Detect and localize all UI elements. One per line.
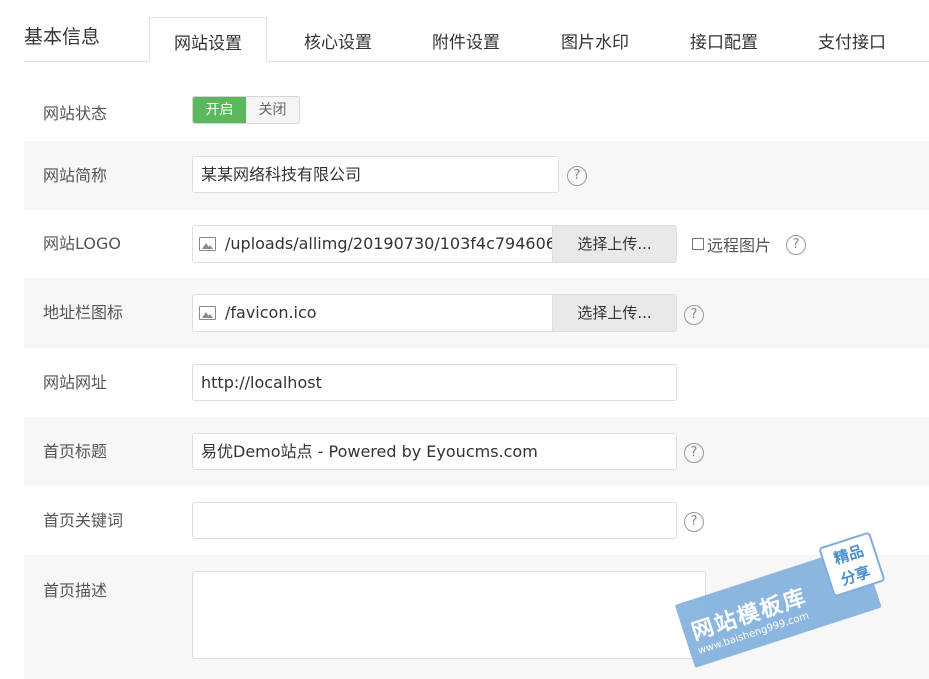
home-description-textarea[interactable] (192, 571, 706, 659)
site-status-label: 网站状态 (43, 104, 108, 123)
site-url-label: 网站网址 (43, 373, 108, 392)
home-title-input[interactable]: 易优Demo站点 - Powered by Eyoucms.com (192, 433, 677, 470)
remote-image-option[interactable]: 远程图片 (692, 232, 771, 256)
home-keywords-label: 首页关键词 (43, 511, 124, 530)
image-icon (199, 237, 216, 251)
remote-image-label: 远程图片 (707, 236, 772, 255)
remote-image-checkbox[interactable] (692, 238, 704, 250)
favicon-help-icon[interactable]: ? (684, 305, 704, 325)
home-title-help-icon[interactable]: ? (684, 443, 704, 463)
favicon-file-input[interactable]: /favicon.ico 选择上传... (192, 294, 677, 332)
toggle-off-option[interactable]: 关闭 (246, 97, 299, 123)
favicon-label: 地址栏图标 (43, 303, 124, 322)
image-icon (199, 306, 216, 320)
short-name-input[interactable]: 某某网络科技有限公司 (192, 156, 559, 193)
home-title-label: 首页标题 (43, 442, 108, 461)
header: 基本信息 网站设置 核心设置 附件设置 图片水印 接口配置 支付接口 (0, 0, 929, 62)
tab-image-watermark[interactable]: 图片水印 (561, 28, 629, 53)
site-url-input[interactable]: http://localhost (192, 364, 677, 401)
tab-site-settings[interactable]: 网站设置 (149, 17, 267, 62)
home-keywords-input[interactable] (192, 502, 677, 539)
tab-core-settings[interactable]: 核心设置 (304, 28, 372, 53)
home-description-label: 首页描述 (43, 581, 108, 600)
logo-upload-button[interactable]: 选择上传... (552, 226, 676, 262)
home-keywords-help-icon[interactable]: ? (684, 512, 704, 532)
tab-attachment-settings[interactable]: 附件设置 (432, 28, 500, 53)
logo-help-icon[interactable]: ? (786, 235, 806, 255)
row-site-status (24, 79, 929, 141)
favicon-upload-button[interactable]: 选择上传... (552, 295, 676, 331)
toggle-on-option[interactable]: 开启 (193, 97, 246, 123)
logo-file-input[interactable]: /uploads/allimg/20190730/103f4c7946061 选… (192, 225, 677, 263)
short-name-help-icon[interactable]: ? (567, 166, 587, 186)
logo-label: 网站LOGO (43, 234, 121, 253)
short-name-label: 网站简称 (43, 166, 108, 185)
logo-path[interactable]: /uploads/allimg/20190730/103f4c7946061 (225, 226, 555, 262)
site-status-toggle[interactable]: 开启 关闭 (192, 96, 300, 124)
favicon-path[interactable]: /favicon.ico (225, 295, 555, 331)
tab-api-config[interactable]: 接口配置 (690, 28, 758, 53)
tab-payment-api[interactable]: 支付接口 (818, 28, 886, 53)
page-title: 基本信息 (24, 26, 101, 48)
